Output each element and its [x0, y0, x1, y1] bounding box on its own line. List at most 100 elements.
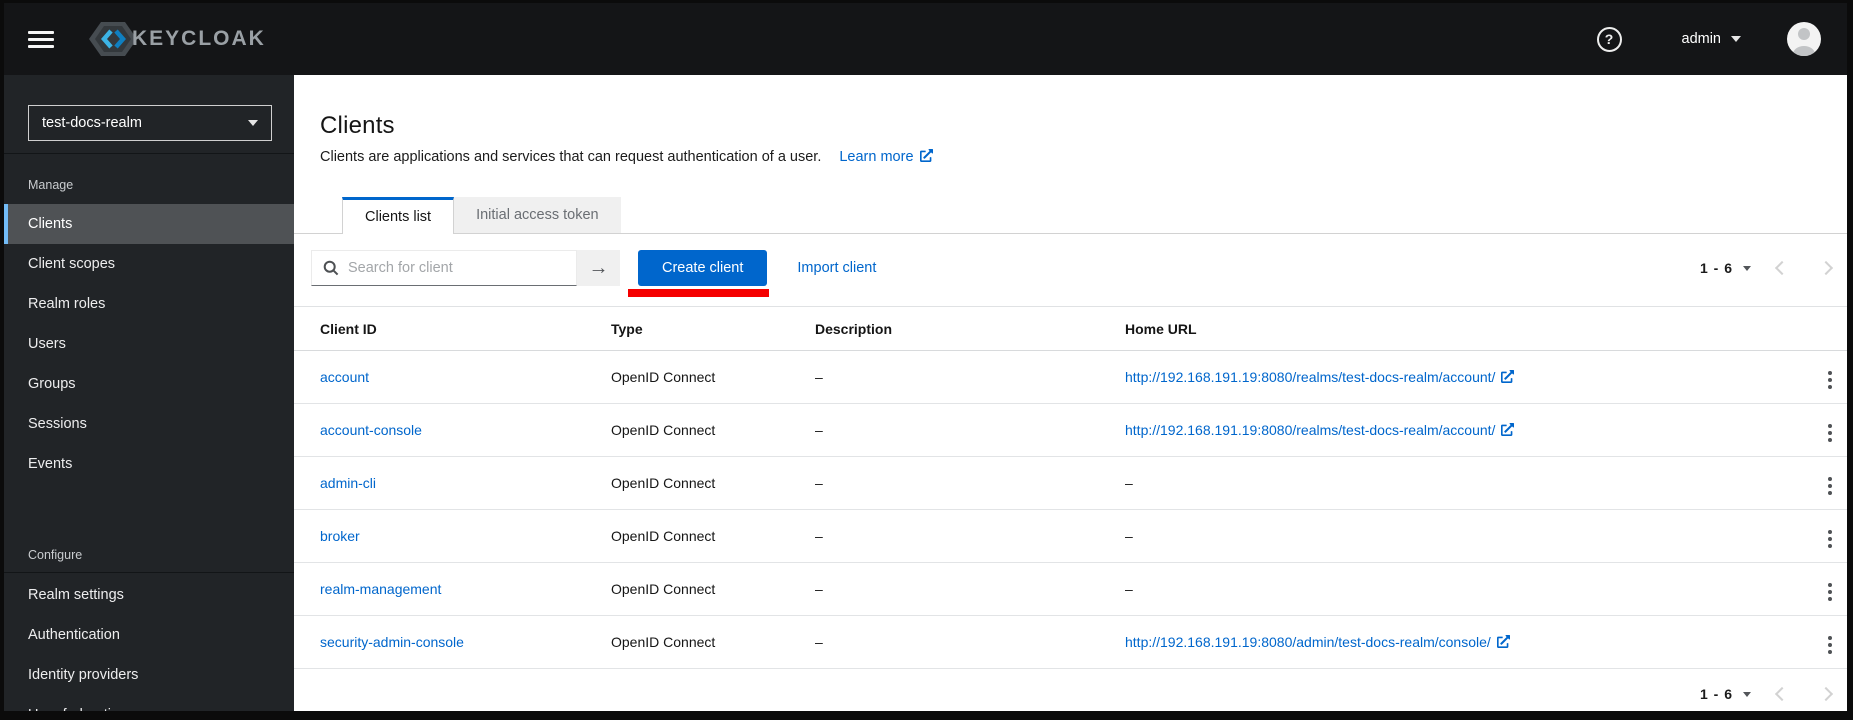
external-link-icon [1501, 370, 1515, 383]
pagination-top: 1 - 6 [1700, 260, 1834, 276]
home-url-link[interactable]: http://192.168.191.19:8080/realms/test-d… [1125, 422, 1515, 438]
kebab-menu-button[interactable] [1825, 368, 1835, 392]
table-row: security-admin-console OpenID Connect – … [294, 615, 1847, 669]
sidebar-item-label: Authentication [28, 627, 120, 643]
table-row: broker OpenID Connect – – [294, 509, 1847, 563]
create-client-button[interactable]: Create client [638, 250, 768, 286]
client-home-url-cell: – [1099, 456, 1787, 510]
search-input[interactable] [348, 260, 568, 276]
sidebar-item-client-scopes[interactable]: Client scopes [4, 244, 294, 284]
sidebar-item-users[interactable]: Users [4, 324, 294, 364]
client-home-url-cell: http://192.168.191.19:8080/realms/test-d… [1099, 350, 1787, 404]
empty-value: – [1125, 528, 1133, 544]
column-header-client-id[interactable]: Client ID [294, 306, 585, 351]
empty-value: – [1125, 475, 1133, 491]
sidebar-item-groups[interactable]: Groups [4, 364, 294, 404]
external-link-icon [1496, 635, 1510, 648]
help-icon[interactable]: ? [1596, 26, 1622, 52]
kebab-menu-button[interactable] [1825, 527, 1835, 551]
user-menu[interactable]: admin [1681, 31, 1741, 47]
top-bar: KEYCLOAK ? admin [4, 3, 1847, 75]
hamburger-menu-icon[interactable] [28, 30, 54, 48]
chevron-down-icon [1743, 691, 1751, 697]
previous-page-button[interactable] [1774, 260, 1790, 276]
next-page-button[interactable] [1818, 686, 1834, 702]
search-submit-button[interactable]: → [577, 250, 620, 286]
previous-page-button[interactable] [1774, 686, 1790, 702]
client-description-cell: – [789, 562, 1099, 616]
home-url-link[interactable]: http://192.168.191.19:8080/realms/test-d… [1125, 369, 1515, 385]
learn-more-label: Learn more [839, 149, 914, 165]
client-home-url-cell: http://192.168.191.19:8080/realms/test-d… [1099, 403, 1787, 457]
chevron-down-icon [248, 120, 258, 126]
client-description-cell: – [789, 509, 1099, 563]
next-page-button[interactable] [1818, 260, 1834, 276]
toolbar: → Create client Import client 1 - 6 [294, 234, 1847, 297]
realm-selector[interactable]: test-docs-realm [28, 105, 272, 141]
learn-more-link[interactable]: Learn more [839, 149, 933, 165]
import-client-link[interactable]: Import client [797, 260, 876, 276]
search-box [311, 250, 577, 286]
column-header-type[interactable]: Type [585, 306, 789, 351]
pagination-bottom-wrap: 1 - 6 [294, 669, 1847, 702]
sidebar-item-events[interactable]: Events [4, 444, 294, 484]
sidebar-item-sessions[interactable]: Sessions [4, 404, 294, 444]
client-type-cell: OpenID Connect [585, 350, 789, 404]
client-description-cell: – [789, 456, 1099, 510]
client-home-url-cell: http://192.168.191.19:8080/admin/test-do… [1099, 615, 1787, 669]
pagination-range[interactable]: 1 - 6 [1700, 686, 1733, 702]
kebab-menu-button[interactable] [1825, 633, 1835, 657]
home-url-link[interactable]: http://192.168.191.19:8080/admin/test-do… [1125, 634, 1510, 650]
client-id-link[interactable]: realm-management [320, 581, 441, 597]
realm-selector-value: test-docs-realm [42, 115, 142, 131]
sidebar-item-label: Identity providers [28, 667, 139, 683]
client-home-url-cell: – [1099, 509, 1787, 563]
sidebar-item-user-federation[interactable]: User federation [4, 695, 294, 711]
sidebar-item-identity-providers[interactable]: Identity providers [4, 655, 294, 695]
sidebar-item-realm-settings[interactable]: Realm settings [4, 575, 294, 615]
tab-initial-access-token[interactable]: Initial access token [454, 197, 621, 233]
client-description-cell: – [789, 403, 1099, 457]
client-id-link[interactable]: security-admin-console [320, 634, 464, 650]
client-id-link[interactable]: admin-cli [320, 475, 376, 491]
pagination-range[interactable]: 1 - 6 [1700, 260, 1733, 276]
search-icon [323, 260, 339, 276]
sidebar-nav: Manage Clients Client scopes Realm roles… [4, 153, 294, 711]
sidebar-item-label: Users [28, 336, 66, 352]
sidebar-item-authentication[interactable]: Authentication [4, 615, 294, 655]
sidebar-group-title: Manage [28, 178, 74, 192]
kebab-menu-button[interactable] [1825, 580, 1835, 604]
main-content: Clients Clients are applications and ser… [294, 75, 1847, 711]
client-type-cell: OpenID Connect [585, 562, 789, 616]
tab-label: Initial access token [476, 207, 599, 223]
client-id-link[interactable]: broker [320, 528, 360, 544]
username: admin [1681, 31, 1722, 47]
client-type-cell: OpenID Connect [585, 456, 789, 510]
sidebar-item-label: User federation [28, 707, 127, 711]
external-link-icon [1501, 423, 1515, 436]
sidebar-group: Configure Realm settings Authentication … [4, 524, 294, 711]
sidebar-item-clients[interactable]: Clients [4, 204, 294, 244]
kebab-menu-button[interactable] [1825, 474, 1835, 498]
sidebar-item-label: Clients [28, 216, 73, 232]
sidebar-item-realm-roles[interactable]: Realm roles [4, 284, 294, 324]
client-home-url-cell: – [1099, 562, 1787, 616]
client-id-link[interactable]: account [320, 369, 369, 385]
table-row: account-console OpenID Connect – http://… [294, 403, 1847, 457]
client-id-link[interactable]: account-console [320, 422, 422, 438]
page-header: Clients Clients are applications and ser… [294, 75, 1847, 165]
tab-label: Clients list [365, 209, 432, 225]
page-title: Clients [320, 112, 395, 139]
red-annotation-underline [628, 289, 770, 297]
table-row: account OpenID Connect – http://192.168.… [294, 350, 1847, 404]
external-link-icon [919, 149, 933, 162]
kebab-menu-button[interactable] [1825, 421, 1835, 445]
column-header-home-url[interactable]: Home URL [1099, 306, 1787, 351]
tab-clients-list[interactable]: Clients list [342, 197, 455, 234]
keycloak-logo[interactable]: KEYCLOAK [88, 19, 266, 59]
sidebar-item-label: Sessions [28, 416, 87, 432]
page-description-text: Clients are applications and services th… [320, 149, 822, 165]
column-header-description[interactable]: Description [789, 306, 1099, 351]
client-description-cell: – [789, 350, 1099, 404]
avatar[interactable] [1787, 22, 1821, 56]
